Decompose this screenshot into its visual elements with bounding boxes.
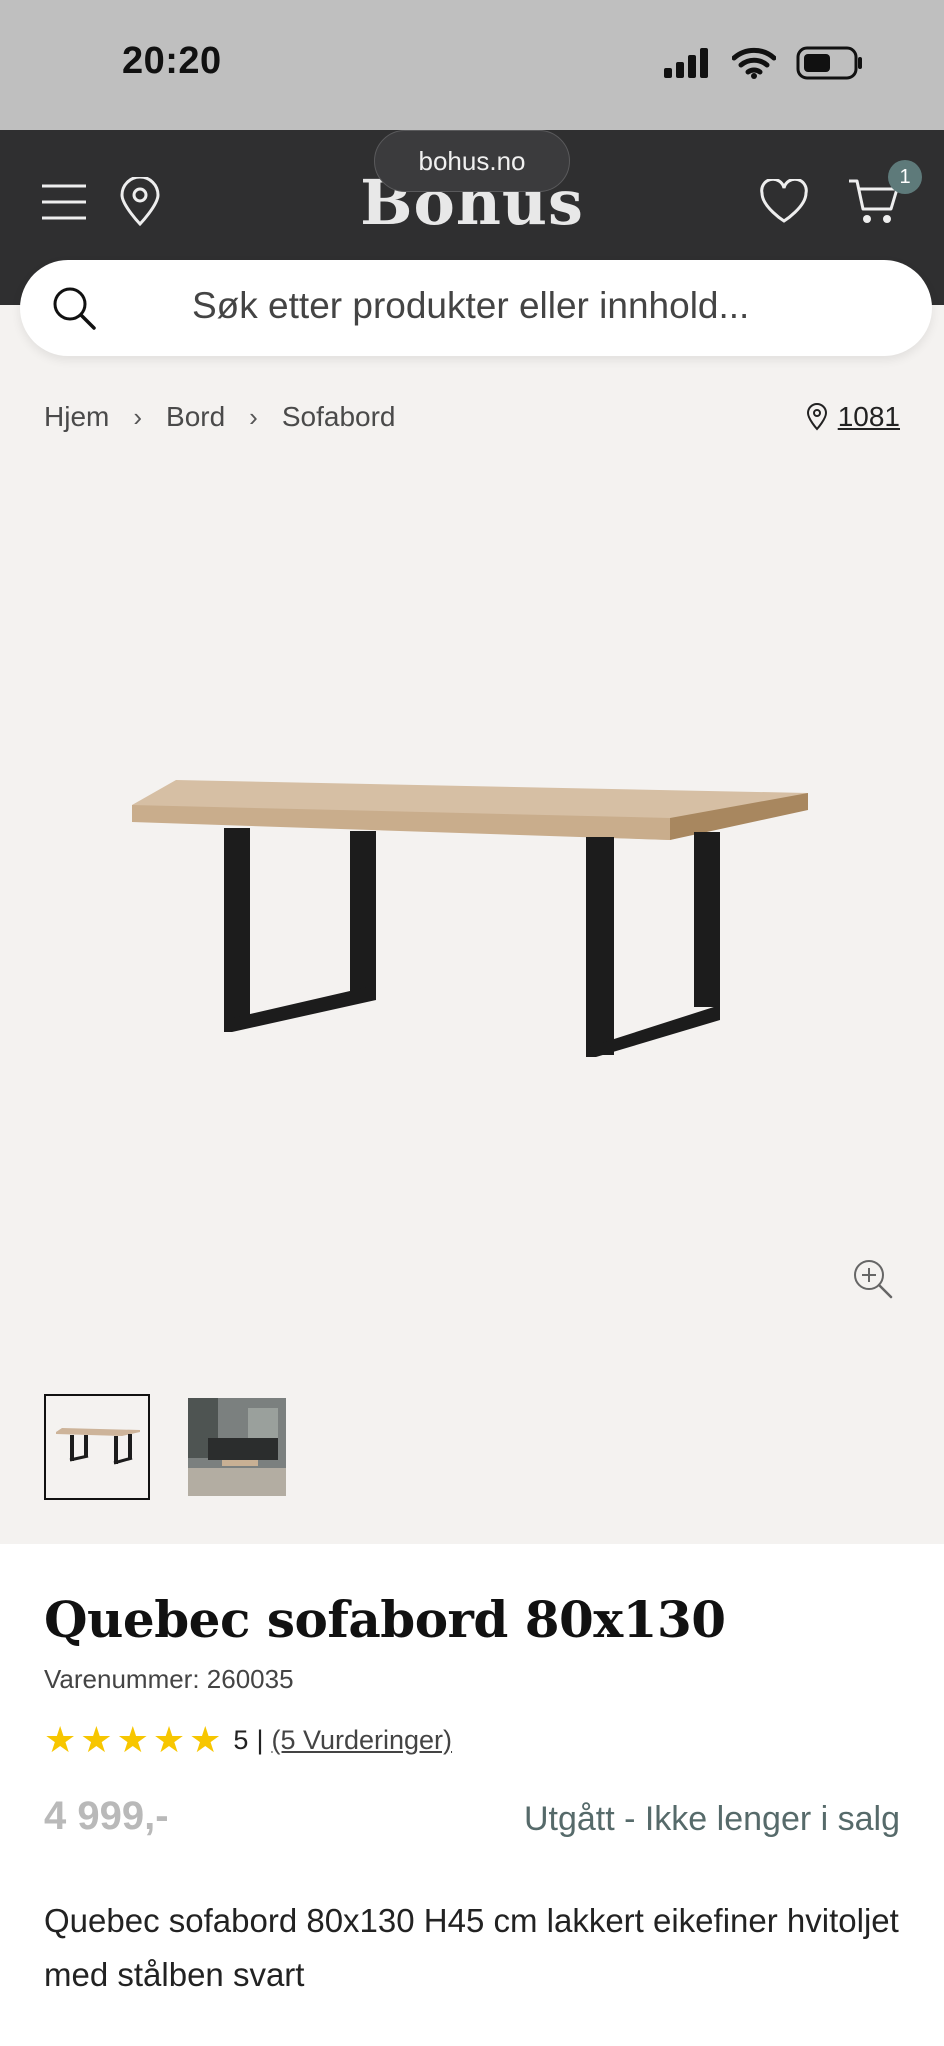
product-price: 4 999,- bbox=[44, 1794, 169, 1838]
wifi-icon bbox=[732, 47, 776, 79]
thumbnail-room-image bbox=[188, 1398, 286, 1496]
status-icons bbox=[664, 46, 864, 80]
star-icon: ★ bbox=[44, 1719, 77, 1760]
search-icon bbox=[53, 287, 96, 330]
product-info: Quebec sofabord 80x130 Varenummer: 26003… bbox=[0, 1544, 944, 2046]
thumbnail-product[interactable] bbox=[44, 1394, 150, 1500]
url-bar[interactable]: bohus.no bbox=[374, 130, 570, 192]
star-icon: ★ bbox=[116, 1719, 149, 1760]
product-sku: Varenummer: 260035 bbox=[44, 1664, 294, 1694]
location-pin-icon bbox=[806, 403, 827, 431]
battery-icon bbox=[796, 46, 862, 80]
chevron-right-icon: › bbox=[133, 401, 143, 432]
rating-value: 5 bbox=[233, 1724, 249, 1755]
heart-icon bbox=[760, 179, 808, 223]
breadcrumb-home[interactable]: Hjem bbox=[44, 401, 109, 433]
breadcrumb: Hjem › Bord › Sofabord bbox=[44, 401, 395, 433]
store-number[interactable]: 1081 bbox=[838, 401, 900, 433]
selected-store-link[interactable]: 1081 bbox=[806, 401, 900, 433]
status-time: 20:20 bbox=[122, 40, 222, 82]
cart-count-badge: 1 bbox=[888, 160, 922, 194]
product-rating: ★ ★ ★ ★ ★ 5 | (5 Vurderinger) bbox=[44, 1722, 452, 1758]
product-description: Quebec sofabord 80x130 H45 cm lakkert ei… bbox=[44, 1902, 899, 1993]
search-input[interactable]: Søk etter produkter eller innhold... bbox=[192, 285, 749, 327]
product-title: Quebec sofabord 80x130 bbox=[44, 1590, 726, 1649]
reviews-link[interactable]: (5 Vurderinger) bbox=[271, 1725, 452, 1756]
star-icon: ★ bbox=[152, 1719, 186, 1760]
star-icon: ★ bbox=[189, 1719, 222, 1760]
availability-status: Utgått - Ikke lenger i salg bbox=[523, 1800, 900, 1838]
status-bar: 20:20 bbox=[0, 0, 944, 130]
search-bar[interactable]: Søk etter produkter eller innhold... bbox=[20, 260, 932, 356]
breadcrumb-sofabord[interactable]: Sofabord bbox=[282, 401, 396, 433]
rating-separator: | bbox=[256, 1724, 264, 1755]
thumbnail-table-image bbox=[56, 1428, 140, 1465]
wishlist-button[interactable] bbox=[756, 174, 812, 230]
zoom-in-icon[interactable] bbox=[850, 1256, 894, 1300]
thumbnail-room-scene[interactable] bbox=[188, 1398, 286, 1496]
star-icon: ★ bbox=[80, 1719, 113, 1760]
chevron-right-icon: › bbox=[249, 401, 258, 432]
breadcrumb-bord[interactable]: Bord bbox=[166, 401, 225, 433]
cellular-signal-icon bbox=[664, 48, 708, 78]
product-main-image[interactable] bbox=[0, 460, 944, 1360]
